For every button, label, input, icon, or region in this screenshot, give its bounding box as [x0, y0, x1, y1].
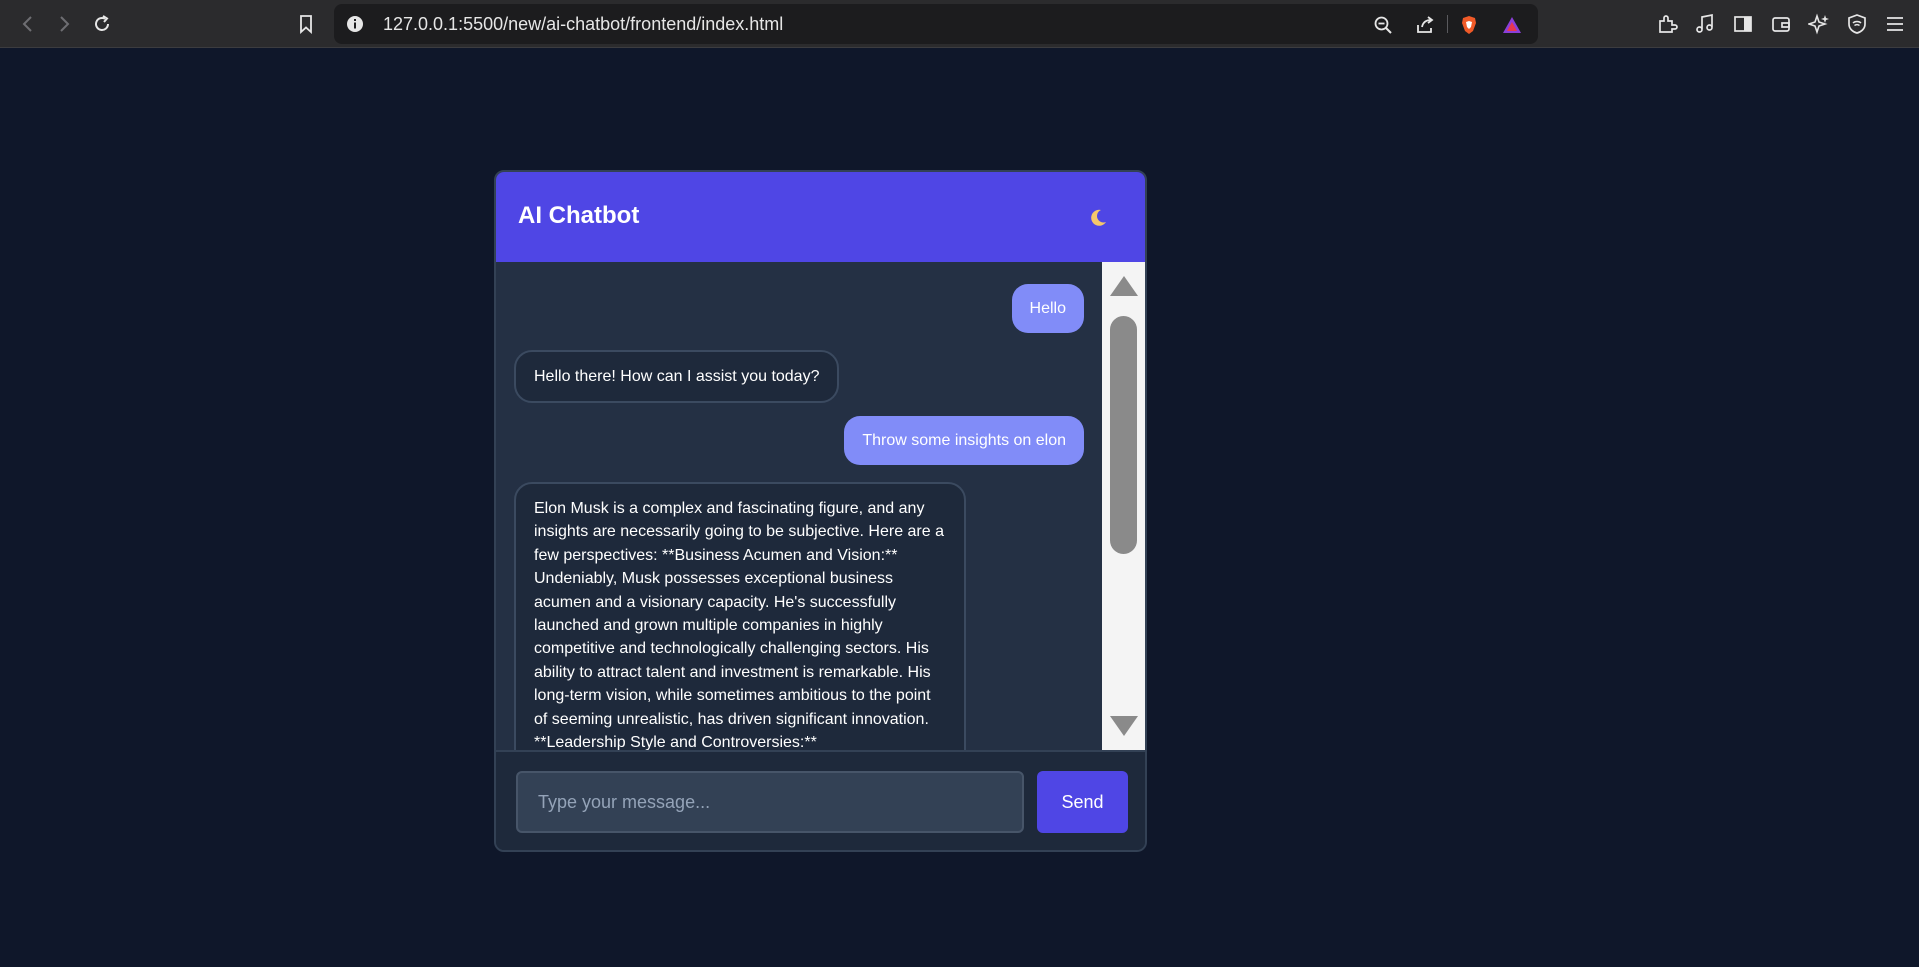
messages-list[interactable]: Hello Hello there! How can I assist you …	[496, 262, 1102, 750]
chat-container: AI Chatbot Hello Hello there! How can I …	[494, 170, 1147, 852]
chevron-right-icon	[60, 16, 70, 32]
chevron-left-icon	[22, 16, 32, 32]
info-icon[interactable]	[346, 15, 364, 33]
brave-lion-icon	[1462, 16, 1476, 34]
scroll-thumb[interactable]	[1110, 316, 1137, 554]
share-button[interactable]	[1414, 14, 1436, 36]
bookmark-button[interactable]	[292, 10, 320, 38]
scroll-up-arrow-icon[interactable]	[1110, 276, 1138, 296]
bookmark-icon	[300, 15, 312, 34]
url-divider	[1447, 15, 1448, 33]
send-button[interactable]: Send	[1037, 771, 1128, 833]
chat-header: AI Chatbot	[496, 172, 1145, 262]
zoom-out-icon	[1374, 16, 1392, 34]
wallet-button[interactable]	[1767, 10, 1795, 38]
sidebar-button[interactable]	[1729, 10, 1757, 38]
url-text[interactable]: 127.0.0.1:5500/new/ai-chatbot/frontend/i…	[383, 14, 783, 35]
hamburger-menu-icon	[1887, 17, 1903, 31]
back-button[interactable]	[14, 10, 42, 38]
message-input[interactable]	[516, 771, 1024, 833]
user-message: Throw some insights on elon	[844, 416, 1084, 466]
puzzle-icon	[1659, 15, 1678, 33]
theme-toggle-button[interactable]	[1086, 206, 1110, 230]
leo-ai-button[interactable]	[1805, 10, 1833, 38]
sidebar-icon	[1734, 16, 1752, 32]
scroll-down-arrow-icon[interactable]	[1110, 716, 1138, 736]
menu-button[interactable]	[1881, 10, 1909, 38]
brave-rewards-icon	[1503, 17, 1521, 33]
forward-button[interactable]	[50, 10, 78, 38]
extensions-button[interactable]	[1653, 10, 1681, 38]
shield-icon	[1848, 14, 1866, 34]
sparkle-icon	[1808, 13, 1829, 35]
messages-scrollbar[interactable]	[1102, 262, 1145, 750]
wallet-icon	[1772, 17, 1790, 32]
chat-title: AI Chatbot	[518, 202, 640, 229]
bot-message: Elon Musk is a complex and fascinating f…	[514, 482, 966, 750]
address-bar[interactable]: 127.0.0.1:5500/new/ai-chatbot/frontend/i…	[334, 4, 1538, 44]
reload-button[interactable]	[88, 10, 116, 38]
share-icon	[1417, 16, 1434, 33]
chat-input-area: Send	[496, 750, 1145, 850]
zoom-button[interactable]	[1372, 14, 1394, 36]
moon-icon	[1091, 209, 1106, 226]
brave-shields-button[interactable]	[1458, 14, 1480, 36]
vpn-button[interactable]	[1843, 10, 1871, 38]
browser-toolbar: 127.0.0.1:5500/new/ai-chatbot/frontend/i…	[0, 0, 1919, 48]
user-message: Hello	[1011, 284, 1084, 334]
reload-icon	[95, 15, 109, 31]
bot-message: Hello there! How can I assist you today?	[514, 350, 840, 404]
music-note-icon	[1696, 13, 1713, 33]
media-button[interactable]	[1691, 10, 1719, 38]
brave-rewards-button[interactable]	[1501, 14, 1523, 36]
